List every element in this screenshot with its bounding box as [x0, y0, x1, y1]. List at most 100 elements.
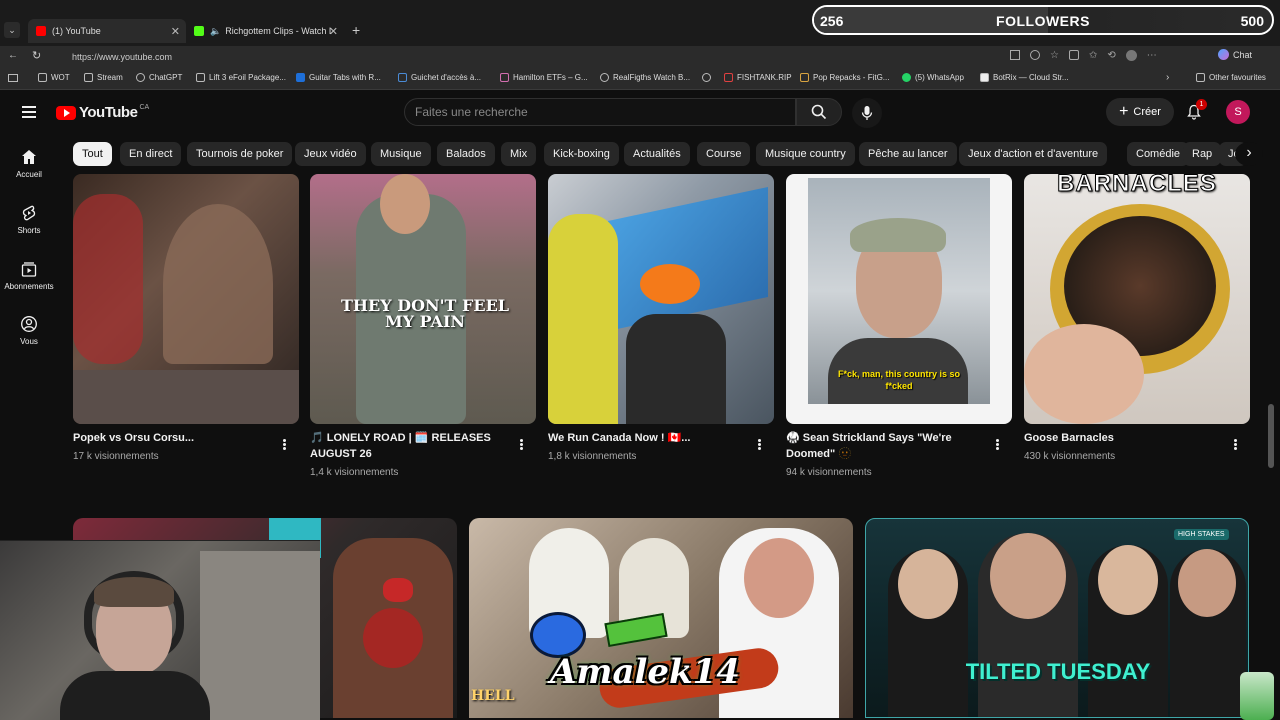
chip-peche[interactable]: Pêche au lancer: [859, 142, 957, 166]
history-icon[interactable]: ⟲: [1107, 50, 1115, 64]
short-thumbnail[interactable]: THEY DON'T FEEL MY PAIN: [310, 174, 536, 424]
zoom-icon[interactable]: [1030, 50, 1040, 60]
speaker-icon[interactable]: 🔈: [210, 26, 221, 37]
search-button[interactable]: [796, 98, 842, 126]
bookmark-item[interactable]: Stream: [84, 73, 123, 82]
short-thumbnail[interactable]: [548, 174, 774, 424]
chip-kick-boxing[interactable]: Kick-boxing: [544, 142, 619, 166]
favorites-icon[interactable]: ✩: [1089, 50, 1097, 64]
more-actions-icon[interactable]: [756, 438, 762, 452]
tab-title: Richgottem Clips - Watch Live: [225, 26, 331, 36]
globe-icon: [702, 73, 711, 82]
bookmark-item[interactable]: RealFigths Watch B...: [600, 73, 690, 82]
sidebar-item-shorts[interactable]: Shorts: [0, 204, 58, 235]
short-thumbnail[interactable]: [73, 174, 299, 424]
new-tab-button[interactable]: +: [352, 22, 360, 38]
chip-balados[interactable]: Balados: [437, 142, 495, 166]
extensions-icon[interactable]: [1068, 50, 1079, 60]
person-shape: [548, 214, 618, 424]
chip-rap[interactable]: Rap: [1183, 142, 1222, 166]
chip-actualites[interactable]: Actualités: [624, 142, 690, 166]
turban-shape: [640, 264, 700, 304]
sidebar-item-you[interactable]: Vous: [0, 315, 58, 346]
copilot-icon: [1218, 49, 1229, 60]
notifications-button[interactable]: 1: [1186, 99, 1207, 122]
bookmark-item[interactable]: BotRix — Cloud Str...: [980, 73, 1069, 82]
realfights-icon: [600, 73, 609, 82]
short-title[interactable]: Goose Barnacles: [1024, 430, 1224, 446]
bookmark-item[interactable]: FISHTANK.RIP: [724, 73, 792, 82]
back-icon[interactable]: ←: [8, 50, 18, 61]
voice-search-button[interactable]: [852, 98, 882, 128]
tab-list-button[interactable]: ⌄: [4, 22, 20, 38]
short-title[interactable]: 🥋 Sean Strickland Says "We're Doomed" 🫥: [786, 430, 986, 462]
person-shape: [626, 314, 726, 424]
chip-course[interactable]: Course: [697, 142, 751, 166]
chip-mix[interactable]: Mix: [501, 142, 537, 166]
background-shape: [200, 551, 320, 720]
tab-youtube[interactable]: (1) YouTube ✕: [28, 19, 186, 43]
more-icon[interactable]: ⋯: [1147, 50, 1157, 64]
app-icon[interactable]: [1010, 50, 1020, 60]
bookmarks-bar: WOT Stream ChatGPT Lift 3 eFoil Package.…: [0, 68, 1280, 90]
short-title[interactable]: 🎵 LONELY ROAD | 🗓️ RELEASES AUGUST 26: [310, 430, 510, 462]
chip-jeux-action[interactable]: Jeux d'action et d'aventure: [959, 142, 1108, 166]
close-tab-icon[interactable]: ✕: [329, 25, 338, 38]
chip-tout[interactable]: Tout: [73, 142, 112, 166]
folder-icon: [84, 73, 93, 82]
video-thumbnail[interactable]: HIGH STAKES TILTED TUESDAY: [865, 518, 1249, 718]
region-code: CA: [139, 104, 150, 111]
chip-jeux-video[interactable]: Jeux vidéo: [295, 142, 366, 166]
fighter-shape: [73, 194, 143, 364]
home-icon: [22, 150, 36, 164]
more-actions-icon[interactable]: [1232, 438, 1238, 452]
short-title[interactable]: We Run Canada Now ! 🇨🇦...: [548, 430, 748, 446]
close-tab-icon[interactable]: ✕: [171, 25, 180, 38]
search-input[interactable]: Faites une recherche: [404, 98, 796, 126]
youtube-wordmark: YouTube: [79, 104, 138, 121]
menu-icon[interactable]: [22, 106, 36, 118]
address-bar-row: ← ↻ https://www.youtube.com ☆ ✩ ⟲ ⋯ Chat: [0, 46, 1280, 68]
page-scrollbar[interactable]: [1268, 404, 1274, 468]
bookmark-toggle-icon[interactable]: [8, 74, 18, 82]
chip-musique-country[interactable]: Musique country: [756, 142, 855, 166]
more-actions-icon[interactable]: [994, 438, 1000, 452]
sidebar-item-subscriptions[interactable]: Abonnements: [0, 260, 58, 291]
bookmarks-overflow-icon[interactable]: ›: [1166, 72, 1169, 83]
tab-kick[interactable]: 🔈 Richgottem Clips - Watch Live ✕: [186, 19, 344, 43]
face-shape: [1098, 545, 1158, 615]
bookmark-item[interactable]: [702, 73, 715, 82]
star-icon[interactable]: ☆: [1050, 50, 1059, 64]
create-button[interactable]: + Créer: [1106, 98, 1174, 126]
chip-poker[interactable]: Tournois de poker: [187, 142, 293, 166]
account-avatar[interactable]: S: [1226, 100, 1250, 124]
chip-musique[interactable]: Musique: [371, 142, 431, 166]
short-thumbnail[interactable]: BARNACLES: [1024, 174, 1250, 424]
more-actions-icon[interactable]: [281, 438, 287, 452]
bookmark-item[interactable]: Hamilton ETFs – G...: [500, 73, 588, 82]
bookmark-item[interactable]: Guitar Tabs with R...: [296, 73, 381, 82]
youtube-logo[interactable]: YouTube CA: [56, 104, 149, 121]
bookmark-item[interactable]: Guichet d'accès à...: [398, 73, 481, 82]
sidebar-item-home[interactable]: Accueil: [0, 148, 58, 179]
search-icon: [811, 104, 827, 120]
short-thumbnail[interactable]: F*ck, man, this country is so f*cked: [786, 174, 1012, 424]
bookmark-item[interactable]: Pop Repacks - FitG...: [800, 73, 889, 82]
copilot-chat-button[interactable]: Chat: [1218, 49, 1252, 60]
bookmark-item[interactable]: Other favourites: [1196, 73, 1266, 82]
bookmark-item[interactable]: Lift 3 eFoil Package...: [196, 73, 286, 82]
chips-next-button[interactable]: ›: [1235, 142, 1263, 166]
plus-icon: +: [1119, 103, 1129, 120]
bookmark-item[interactable]: ChatGPT: [136, 73, 182, 82]
profile-icon[interactable]: [1125, 50, 1137, 61]
blood-shape: [363, 608, 423, 668]
url-text: https://www.youtube.com: [72, 52, 173, 62]
chip-comedie[interactable]: Comédie: [1127, 142, 1190, 166]
more-actions-icon[interactable]: [518, 438, 524, 452]
canada-icon: [398, 73, 407, 82]
chip-en-direct[interactable]: En direct: [120, 142, 182, 166]
refresh-icon[interactable]: ↻: [32, 49, 41, 62]
bookmark-item[interactable]: (5) WhatsApp: [902, 73, 964, 82]
short-title[interactable]: Popek vs Orsu Corsu...: [73, 430, 273, 446]
bookmark-item[interactable]: WOT: [38, 73, 70, 82]
